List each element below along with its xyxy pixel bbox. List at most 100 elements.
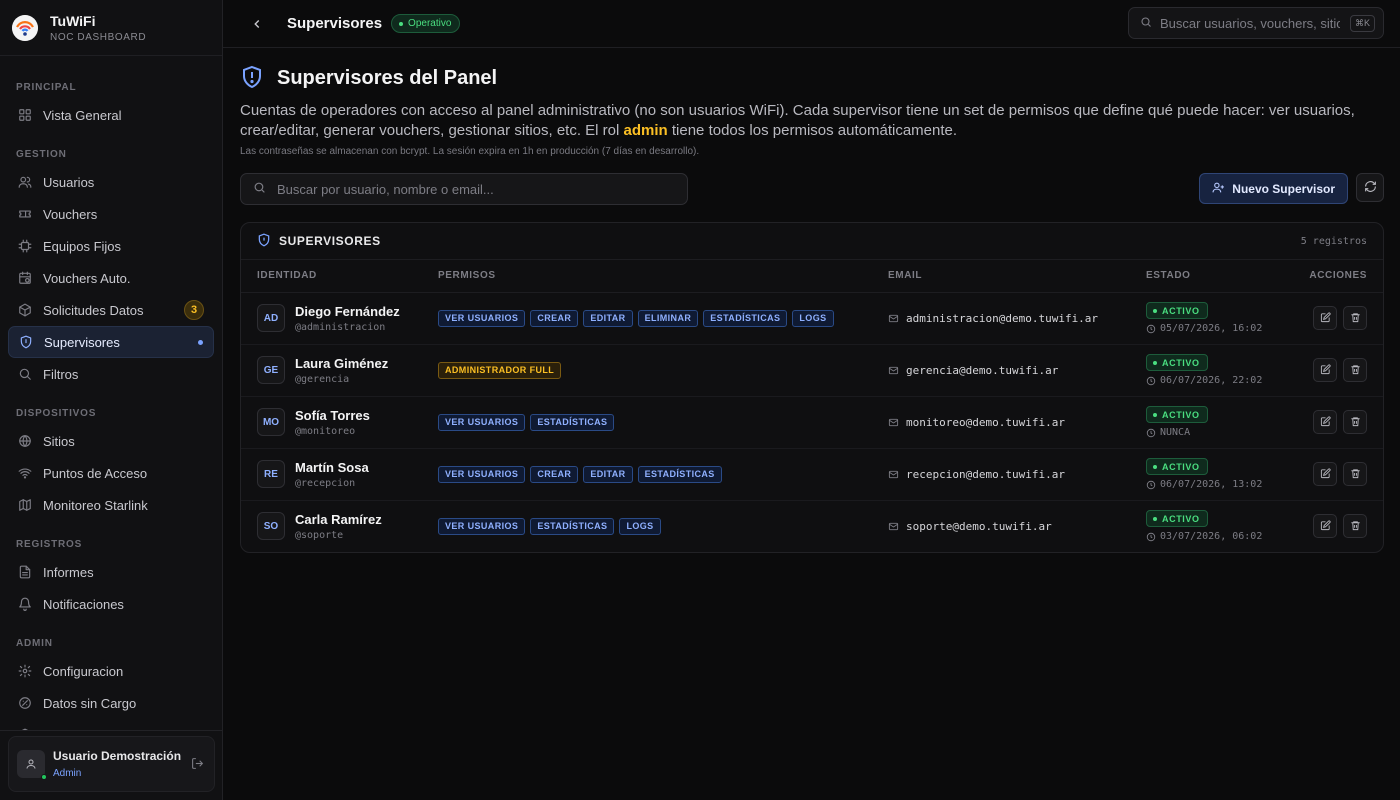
edit-icon bbox=[1320, 363, 1331, 378]
status-badge: Operativo bbox=[391, 14, 461, 33]
notification-badge: 3 bbox=[184, 300, 204, 320]
permission-badge: VER USUARIOS bbox=[438, 414, 526, 431]
refresh-button[interactable] bbox=[1356, 173, 1384, 202]
sidebar-item-label: Vouchers bbox=[43, 206, 98, 222]
last-login-text: 05/07/2026, 16:02 bbox=[1160, 323, 1263, 334]
sidebar-item-label: Configuracion bbox=[43, 663, 124, 679]
user-name: Usuario Demostración bbox=[53, 749, 182, 763]
sidebar-item-label: Supervisores bbox=[44, 334, 120, 350]
permission-badge: EDITAR bbox=[583, 310, 633, 327]
status-text: ACTIVO bbox=[1162, 357, 1200, 368]
global-search-input[interactable] bbox=[1160, 15, 1340, 31]
sidebar-item-equipos-fijos[interactable]: Equipos Fijos bbox=[8, 230, 214, 262]
supervisor-name: Martín Sosa bbox=[295, 459, 369, 475]
sidebar-item-label: Notificaciones bbox=[43, 596, 124, 612]
edit-button[interactable] bbox=[1313, 358, 1337, 382]
sidebar-item-usuarios[interactable]: Usuarios bbox=[8, 166, 214, 198]
email-cell: gerencia@demo.tuwifi.ar bbox=[888, 364, 1130, 377]
sidebar-item-label: Equipos Fijos bbox=[43, 238, 122, 254]
clock-icon bbox=[1146, 324, 1156, 334]
delete-button[interactable] bbox=[1343, 358, 1367, 382]
identity-cell: MO Sofía Torres @monitoreo bbox=[257, 408, 422, 437]
avatar-initials: AD bbox=[257, 304, 285, 332]
sidebar-item-sitios[interactable]: Sitios bbox=[8, 425, 214, 457]
table-row: GE Laura Giménez @gerencia ADMINISTRADOR… bbox=[241, 344, 1383, 397]
sidebar-item-label: Filtros bbox=[43, 366, 79, 382]
delete-button[interactable] bbox=[1343, 306, 1367, 330]
permission-badge: VER USUARIOS bbox=[438, 518, 526, 536]
column-header: ESTADO bbox=[1130, 260, 1280, 293]
permissions-cell: VER USUARIOS ESTADÍSTICAS bbox=[422, 396, 872, 449]
supervisor-username: @recepcion bbox=[295, 477, 356, 489]
sidebar-item-label: Sitios bbox=[43, 433, 75, 449]
sidebar-item-monitoreo-starlink[interactable]: Monitoreo Starlink bbox=[8, 489, 214, 521]
delete-button[interactable] bbox=[1343, 462, 1367, 486]
permission-badge: ESTADÍSTICAS bbox=[530, 518, 615, 536]
status-badge: ACTIVO bbox=[1146, 354, 1208, 371]
global-search[interactable]: ⌘K bbox=[1128, 7, 1384, 39]
online-indicator bbox=[41, 774, 47, 780]
sidebar-item-informes[interactable]: Informes bbox=[8, 556, 214, 588]
email-text: monitoreo@demo.tuwifi.ar bbox=[906, 415, 1065, 429]
edit-button[interactable] bbox=[1313, 514, 1337, 539]
sidebar-item-vista-general[interactable]: Vista General bbox=[8, 99, 214, 131]
sidebar-item-supervisores[interactable]: Supervisores bbox=[8, 326, 214, 358]
delete-button[interactable] bbox=[1343, 410, 1367, 434]
mail-icon bbox=[888, 417, 899, 428]
actions-cell bbox=[1296, 410, 1383, 434]
last-login-text: 06/07/2026, 22:02 bbox=[1160, 375, 1263, 386]
shield-icon bbox=[257, 232, 271, 250]
status-text: Operativo bbox=[408, 18, 452, 29]
last-login-text: 06/07/2026, 13:02 bbox=[1160, 479, 1263, 490]
table-row: AD Diego Fernández @administracion VER U… bbox=[241, 292, 1383, 345]
sidebar-item-configuracion[interactable]: Configuracion bbox=[8, 655, 214, 687]
status-text: ACTIVO bbox=[1162, 513, 1200, 524]
status-text: ACTIVO bbox=[1162, 409, 1200, 420]
email-text: soporte@demo.tuwifi.ar bbox=[906, 519, 1052, 533]
avatar-initials: SO bbox=[257, 512, 285, 541]
sidebar-item-label: Vista General bbox=[43, 107, 122, 123]
supervisor-username: @soporte bbox=[295, 529, 344, 541]
permission-badge: ADMINISTRADOR FULL bbox=[438, 362, 562, 379]
new-supervisor-button[interactable]: Nuevo Supervisor bbox=[1199, 173, 1348, 204]
sidebar-item-notificaciones[interactable]: Notificaciones bbox=[8, 588, 214, 620]
supervisor-search[interactable] bbox=[240, 173, 688, 205]
app-subtitle: NOC DASHBOARD bbox=[50, 31, 147, 43]
avatar-initials: GE bbox=[257, 356, 285, 384]
permission-badge: ESTADÍSTICAS bbox=[637, 466, 722, 483]
sidebar-item-filtros[interactable]: Filtros bbox=[8, 358, 214, 390]
search-icon bbox=[253, 181, 266, 197]
mail-icon bbox=[888, 365, 899, 376]
status-badge: ACTIVO bbox=[1146, 406, 1208, 423]
supervisor-search-input[interactable] bbox=[277, 181, 675, 197]
supervisor-name: Diego Fernández bbox=[295, 303, 400, 319]
sidebar-item-vouchers[interactable]: Vouchers bbox=[8, 198, 214, 230]
sidebar-item-puntos-de-acceso[interactable]: Puntos de Acceso bbox=[8, 457, 214, 489]
globe-icon bbox=[18, 434, 32, 448]
edit-button[interactable] bbox=[1313, 306, 1337, 330]
actions-cell bbox=[1296, 358, 1383, 382]
edit-button[interactable] bbox=[1313, 410, 1337, 434]
bell-icon bbox=[18, 597, 32, 611]
trash-icon bbox=[1350, 467, 1361, 482]
supervisors-table: IDENTIDAD PERMISOS EMAIL ESTADO ACCIONES… bbox=[241, 260, 1383, 552]
status-badge: ACTIVO bbox=[1146, 302, 1208, 319]
sidebar-item-solicitudes-datos[interactable]: Solicitudes Datos 3 bbox=[8, 294, 214, 326]
sidebar-item-vouchers-auto[interactable]: Vouchers Auto. bbox=[8, 262, 214, 294]
sidebar-item-datos-sin-cargo[interactable]: Datos sin Cargo bbox=[8, 687, 214, 719]
email-text: recepcion@demo.tuwifi.ar bbox=[906, 467, 1065, 481]
supervisors-card: SUPERVISORES 5 registros IDENTIDAD PERMI… bbox=[240, 222, 1384, 553]
edit-button[interactable] bbox=[1313, 462, 1337, 486]
nav-section-title: GESTION bbox=[16, 149, 67, 160]
last-login: 06/07/2026, 13:02 bbox=[1146, 479, 1280, 490]
sidebar-item-label: Datos sin Cargo bbox=[43, 695, 137, 711]
status-cell: ACTIVO NUNCA bbox=[1146, 406, 1280, 438]
permission-badge: EDITAR bbox=[583, 466, 633, 483]
record-count: 5 registros bbox=[1300, 235, 1367, 247]
back-button[interactable] bbox=[245, 12, 269, 36]
delete-button[interactable] bbox=[1343, 514, 1367, 539]
status-text: ACTIVO bbox=[1162, 305, 1200, 316]
user-plus-icon bbox=[1212, 181, 1225, 197]
logout-icon[interactable] bbox=[191, 757, 204, 773]
user-card[interactable]: Usuario Demostración Admin bbox=[8, 736, 215, 792]
